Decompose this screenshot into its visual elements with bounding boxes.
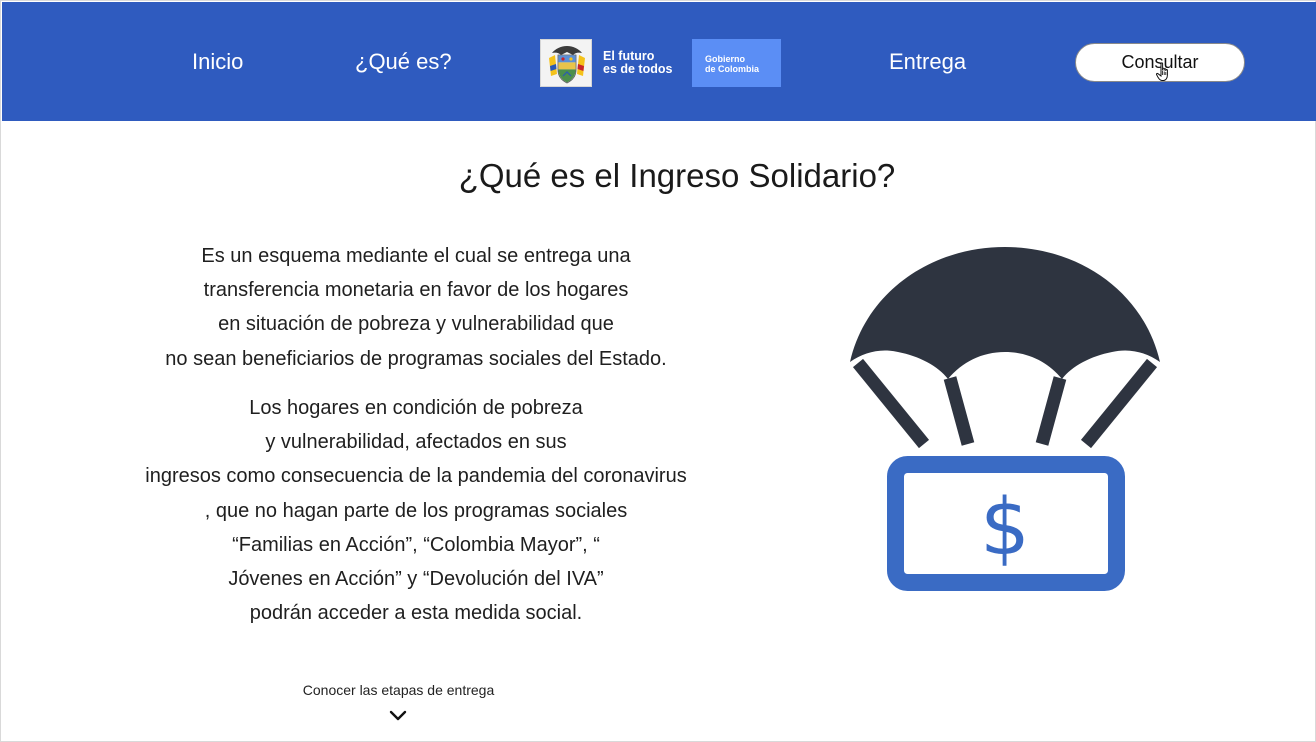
parachute-money-icon: $ xyxy=(850,247,1160,591)
slogan-line-2: es de todos xyxy=(603,62,673,76)
eligibility-line: Jóvenes en Acción” y “Devolución del IVA… xyxy=(228,568,604,591)
eligibility-line: Los hogares en condición de pobreza xyxy=(249,397,583,419)
government-logo[interactable]: El futuro es de todos Gobierno de Colomb… xyxy=(540,39,782,87)
intro-line: no sean beneficiarios de programas socia… xyxy=(165,347,667,370)
eligibility-line: ingresos como consecuencia de la pandemi… xyxy=(145,465,687,488)
page-title: ¿Qué es el Ingreso Solidario? xyxy=(458,157,896,194)
eligibility-paragraph: Los hogares en condición de pobreza y vu… xyxy=(101,391,731,630)
intro-line: en situación de pobreza y vulnerabilidad… xyxy=(218,313,614,336)
intro-paragraph: Es un esquema mediante el cual se entreg… xyxy=(101,239,731,376)
nav-link-inicio[interactable]: Inicio xyxy=(192,45,243,79)
eligibility-line: , que no hagan parte de los programas so… xyxy=(204,499,628,522)
top-navigation-bar: Inicio ¿Qué es? El futuro es de todos Go… xyxy=(2,2,1316,121)
conocer-etapas-link[interactable]: Conocer las etapas de entrega xyxy=(271,680,526,700)
eligibility-line: “Familias en Acción”, “Colombia Mayor”, … xyxy=(232,533,600,556)
eligibility-line: podrán acceder a esta medida social. xyxy=(249,602,583,625)
nav-link-entrega[interactable]: Entrega xyxy=(889,45,966,79)
chevron-down-icon[interactable] xyxy=(388,709,408,723)
nav-link-que-es[interactable]: ¿Qué es? xyxy=(355,45,452,79)
page: Inicio ¿Qué es? El futuro es de todos Go… xyxy=(0,0,1316,742)
gov-badge-line-1: Gobierno xyxy=(705,54,745,64)
dollar-symbol: $ xyxy=(980,483,1030,573)
intro-line: Es un esquema mediante el cual se entreg… xyxy=(201,245,631,267)
slogan: El futuro es de todos xyxy=(603,50,685,76)
colombia-coat-of-arms-icon xyxy=(540,39,592,87)
intro-line: transferencia monetaria en favor de los … xyxy=(203,279,629,302)
gobierno-de-colombia-badge: Gobierno de Colombia xyxy=(692,39,781,87)
gov-badge-line-2: de Colombia xyxy=(705,64,760,74)
consultar-button[interactable]: Consultar xyxy=(1075,43,1245,82)
eligibility-line: y vulnerabilidad, afectados en sus xyxy=(265,431,567,454)
